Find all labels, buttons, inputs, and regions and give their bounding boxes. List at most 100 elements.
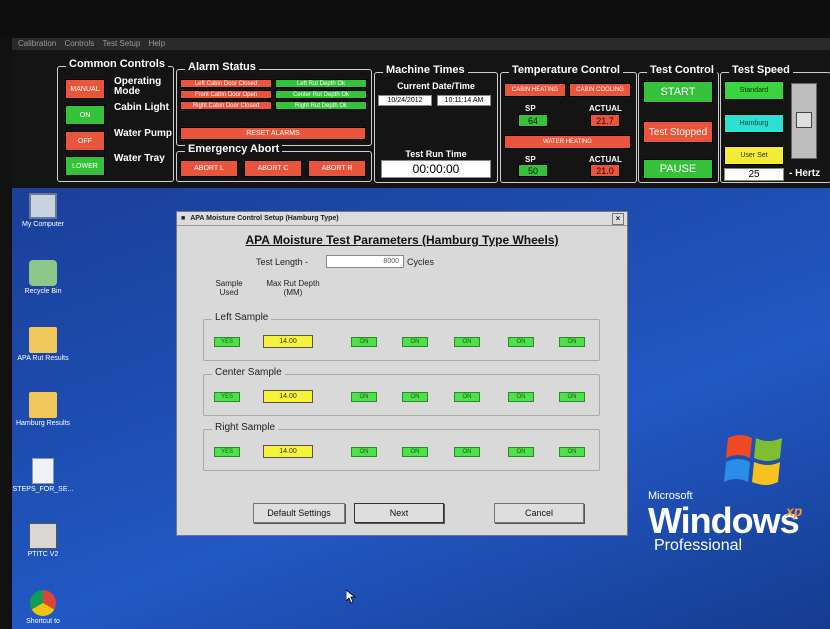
center-on-toggle-4[interactable]: ON xyxy=(508,392,534,402)
water-pump-label: Water Pump xyxy=(114,128,172,139)
operating-mode-button[interactable]: MANUAL xyxy=(65,79,105,99)
left-on-toggle-1[interactable]: ON xyxy=(351,337,377,347)
center-on-toggle-3[interactable]: ON xyxy=(454,392,480,402)
speed-hamburg-button[interactable]: Hamburg xyxy=(724,114,784,133)
test-run-time-value: 00:00:00 xyxy=(381,160,491,178)
start-button[interactable]: START xyxy=(643,81,713,103)
water-heating-button[interactable]: WATER HEATING xyxy=(504,135,631,149)
alarm-right-rut: Right Rut Depth Ok xyxy=(275,101,367,110)
common-controls-title: Common Controls xyxy=(66,58,168,70)
left-sample-frame: Left Sample YES 14.00 ON ON ON ON ON xyxy=(203,312,600,361)
menu-controls[interactable]: Controls xyxy=(64,39,94,48)
machine-times-group: Machine Times Current Date/Time 10/24/20… xyxy=(374,64,498,183)
icon-label: Hamburg Results xyxy=(15,420,71,427)
time-field: 10:11:14 AM xyxy=(437,95,491,106)
temperature-control-group: Temperature Control CABIN HEATING CABIN … xyxy=(500,64,637,183)
icon-label: STEPS_FOR_SE... xyxy=(12,486,74,493)
menu-calibration[interactable]: Calibration xyxy=(18,39,56,48)
application-icon xyxy=(29,523,57,549)
desktop-icon-apa-rut-results[interactable]: APA Rut Results xyxy=(12,327,74,362)
right-sample-label: Right Sample xyxy=(212,422,279,433)
speed-slider-thumb[interactable] xyxy=(796,112,812,128)
desktop-icon-steps-doc[interactable]: STEPS_FOR_SE... xyxy=(12,458,74,493)
right-on-toggle-4[interactable]: ON xyxy=(508,447,534,457)
cabin-cooling-button[interactable]: CABIN COOLING xyxy=(569,83,631,97)
menu-help[interactable]: Help xyxy=(149,39,165,48)
center-max-rut-input[interactable]: 14.00 xyxy=(263,390,313,403)
test-status-indicator: Test Stopped xyxy=(643,121,713,143)
desktop-icon-shortcut[interactable]: Shortcut to xyxy=(12,590,74,625)
test-run-time-label: Test Run Time xyxy=(405,149,467,159)
icon-label: Recycle Bin xyxy=(24,288,62,295)
right-on-toggle-5[interactable]: ON xyxy=(559,447,585,457)
left-sample-used-toggle[interactable]: YES xyxy=(214,337,240,347)
default-settings-button[interactable]: Default Settings xyxy=(253,503,345,523)
speed-unit-label: - Hertz xyxy=(789,168,821,179)
desktop-icon-my-computer[interactable]: My Computer xyxy=(12,193,74,228)
water-sp-value[interactable]: 50 xyxy=(518,164,548,177)
right-on-toggle-3[interactable]: ON xyxy=(454,447,480,457)
next-button[interactable]: Next xyxy=(354,503,444,523)
test-speed-group: Test Speed Standard Hamburg User Set 25 … xyxy=(720,64,830,183)
folder-icon xyxy=(29,327,57,353)
water-pump-button[interactable]: OFF xyxy=(65,131,105,151)
date-field: 10/24/2012 xyxy=(378,95,432,106)
cabin-light-button[interactable]: ON xyxy=(65,105,105,125)
alarm-front-door: Front Cabin Door Open xyxy=(180,90,272,99)
center-sample-label: Center Sample xyxy=(212,367,285,378)
app-icon: ■ xyxy=(181,215,186,222)
center-sample-used-toggle[interactable]: YES xyxy=(214,392,240,402)
dialog-title-bar: ■ APA Moisture Control Setup (Hamburg Ty… xyxy=(177,212,627,226)
left-on-toggle-3[interactable]: ON xyxy=(454,337,480,347)
pause-button[interactable]: PAUSE xyxy=(643,159,713,179)
speed-standard-button[interactable]: Standard xyxy=(724,81,784,100)
dialog-heading: APA Moisture Test Parameters (Hamburg Ty… xyxy=(245,233,559,247)
alarm-status-group: Alarm Status Left Cabin Door Closed Fron… xyxy=(176,61,372,146)
temperature-control-title: Temperature Control xyxy=(509,64,623,76)
computer-icon xyxy=(29,193,57,219)
left-on-toggle-2[interactable]: ON xyxy=(402,337,428,347)
operating-mode-label: Operating Mode xyxy=(114,76,162,97)
menu-test-setup[interactable]: Test Setup xyxy=(103,39,141,48)
test-length-input[interactable]: 8000 xyxy=(326,255,404,268)
max-rut-depth-header: Max Rut Depth (MM) xyxy=(266,279,320,297)
center-on-toggle-2[interactable]: ON xyxy=(402,392,428,402)
emergency-abort-group: Emergency Abort ABORT L ABORT C ABORT R xyxy=(176,143,372,182)
cabin-light-label: Cabin Light xyxy=(114,102,169,113)
abort-center-button[interactable]: ABORT C xyxy=(244,160,302,177)
left-on-toggle-4[interactable]: ON xyxy=(508,337,534,347)
abort-left-button[interactable]: ABORT L xyxy=(180,160,238,177)
close-icon[interactable]: × xyxy=(612,213,624,225)
reset-alarms-button[interactable]: RESET ALARMS xyxy=(180,127,366,140)
alarm-center-rut: Center Rut Depth Ok xyxy=(275,90,367,99)
recycle-bin-icon xyxy=(29,260,57,286)
speed-slider[interactable] xyxy=(791,83,817,159)
speed-value-field[interactable]: 25 xyxy=(724,168,784,181)
cabin-sp-value[interactable]: 64 xyxy=(518,114,548,127)
alarm-status-title: Alarm Status xyxy=(185,61,259,73)
center-sample-frame: Center Sample YES 14.00 ON ON ON ON ON xyxy=(203,367,600,416)
center-on-toggle-1[interactable]: ON xyxy=(351,392,377,402)
left-max-rut-input[interactable]: 14.00 xyxy=(263,335,313,348)
left-on-toggle-5[interactable]: ON xyxy=(559,337,585,347)
desktop-icon-hamburg-results[interactable]: Hamburg Results xyxy=(12,392,74,427)
desktop-icon-recycle-bin[interactable]: Recycle Bin xyxy=(12,260,74,295)
emergency-abort-title: Emergency Abort xyxy=(185,143,283,155)
abort-right-button[interactable]: ABORT R xyxy=(308,160,366,177)
cabin-heating-button[interactable]: CABIN HEATING xyxy=(504,83,566,97)
mouse-cursor-icon xyxy=(345,589,357,609)
cabin-sp-label: SP xyxy=(525,104,536,113)
center-on-toggle-5[interactable]: ON xyxy=(559,392,585,402)
cycles-label: Cycles xyxy=(407,257,435,267)
speed-user-set-button[interactable]: User Set xyxy=(724,146,784,165)
icon-label: My Computer xyxy=(21,221,64,228)
right-on-toggle-2[interactable]: ON xyxy=(402,447,428,457)
right-sample-used-toggle[interactable]: YES xyxy=(214,447,240,457)
cancel-button[interactable]: Cancel xyxy=(494,503,584,523)
dialog-title: APA Moisture Control Setup (Hamburg Type… xyxy=(190,215,339,222)
right-max-rut-input[interactable]: 14.00 xyxy=(263,445,313,458)
right-on-toggle-1[interactable]: ON xyxy=(351,447,377,457)
water-tray-button[interactable]: LOWER xyxy=(65,156,105,176)
common-controls-group: Common Controls MANUAL Operating Mode ON… xyxy=(57,58,174,182)
desktop-icon-ptitc[interactable]: PTITC V2 xyxy=(12,523,74,558)
